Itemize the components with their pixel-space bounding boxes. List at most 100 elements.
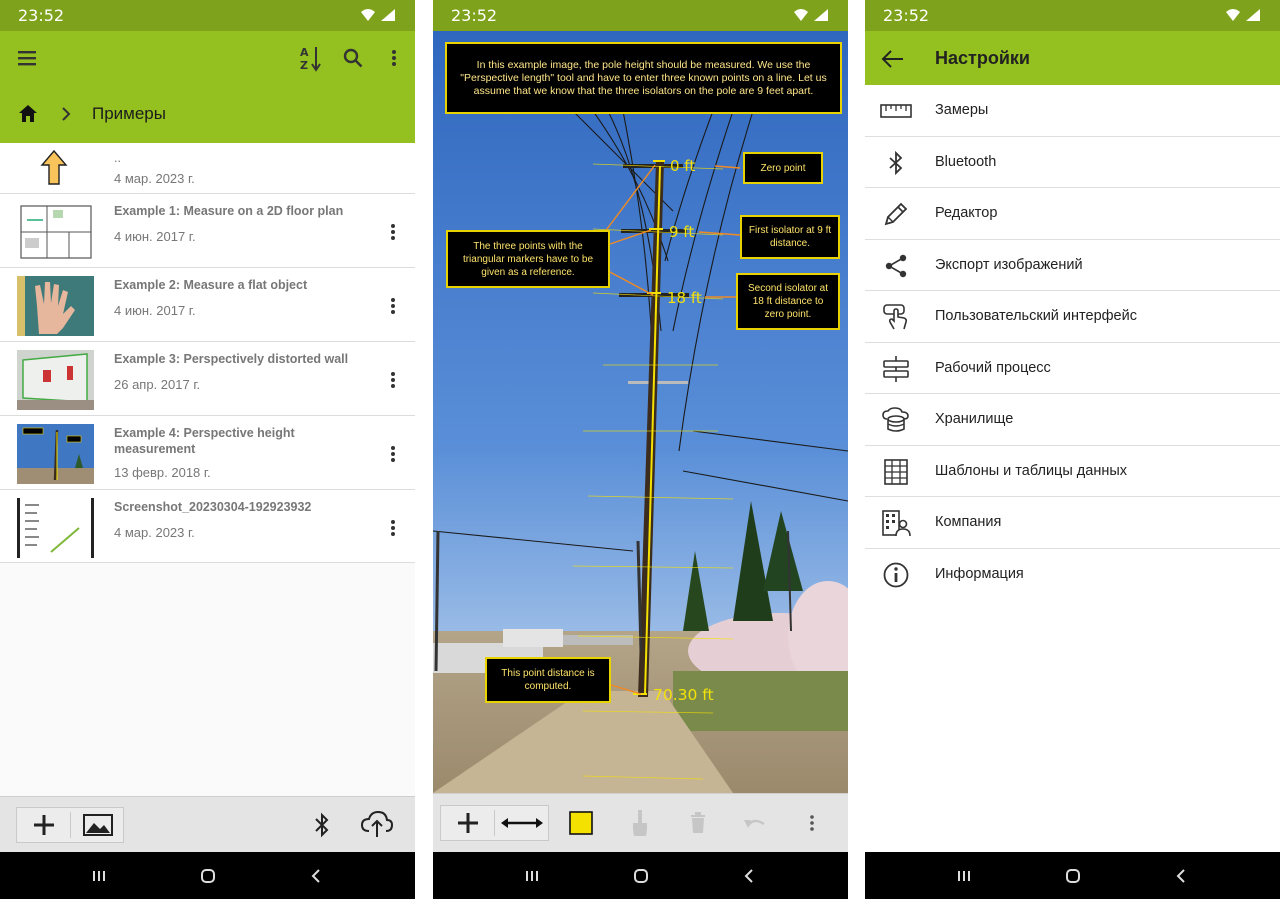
- overflow-menu-icon[interactable]: [379, 43, 409, 73]
- settings-item-company[interactable]: Компания: [865, 497, 1280, 549]
- item-more-icon[interactable]: [381, 218, 405, 246]
- list-item-parent[interactable]: .. 4 мар. 2023 г.: [0, 143, 415, 194]
- list-item[interactable]: Example 1: Measure on a 2D floor plan 4 …: [0, 194, 415, 268]
- files-screen: 23:52 AZ Примеры .. 4 мар. 2023 г. Examp…: [0, 0, 415, 899]
- item-name: Screenshot_20230304-192923932: [114, 500, 312, 514]
- info-icon: [879, 560, 913, 590]
- distance-label-0[interactable]: 0 ft: [670, 157, 695, 175]
- distance-label-result[interactable]: 70.30 ft: [653, 686, 714, 704]
- settings-item-label: Замеры: [935, 102, 989, 118]
- settings-item-label: Bluetooth: [935, 153, 997, 170]
- up-arrow-icon: [40, 149, 68, 185]
- system-nav-bar: [865, 852, 1280, 899]
- item-more-icon[interactable]: [381, 440, 405, 468]
- zero-point-text: Zero point: [760, 162, 806, 174]
- settings-item-info[interactable]: Информация: [865, 549, 1280, 601]
- add-measure-icon[interactable]: [441, 806, 495, 840]
- settings-item-label: Редактор: [935, 205, 998, 221]
- settings-item-label: Компания: [935, 514, 1002, 530]
- page-title: Настройки: [935, 48, 1030, 68]
- settings-item-label: Информация: [935, 565, 1024, 582]
- home-nav-icon[interactable]: [621, 852, 661, 899]
- delete-icon: [681, 806, 715, 840]
- add-button-group: [16, 807, 124, 843]
- settings-item-workflow[interactable]: Рабочий процесс: [865, 343, 1280, 394]
- brush-icon: [623, 806, 657, 840]
- svg-text:A: A: [300, 46, 309, 59]
- computed-note: This point distance is computed.: [485, 657, 611, 703]
- first-isolator-text: First isolator at 9 ft distance.: [748, 225, 832, 249]
- item-name: Example 2: Measure a flat object: [114, 278, 308, 292]
- computed-text: This point distance is computed.: [501, 668, 595, 692]
- undo-icon: [738, 806, 772, 840]
- list-item[interactable]: Example 2: Measure a flat object 4 июн. …: [0, 268, 415, 342]
- breadcrumb-folder[interactable]: Примеры: [92, 104, 166, 124]
- list-item[interactable]: Example 4: Perspective height measuremen…: [0, 416, 415, 490]
- home-nav-icon[interactable]: [1053, 852, 1093, 899]
- bluetooth-icon: [879, 148, 913, 178]
- menu-icon[interactable]: [12, 43, 42, 73]
- home-nav-icon[interactable]: [188, 852, 228, 899]
- settings-list: Замеры Bluetooth Редактор Экспорт изобра…: [865, 85, 1280, 600]
- list-item[interactable]: Example 3: Perspectively distorted wall …: [0, 342, 415, 416]
- svg-text:Z: Z: [300, 59, 308, 72]
- signal-icons: [1226, 9, 1260, 21]
- distance-label-9[interactable]: 9 ft: [669, 223, 694, 241]
- zero-point-note: Zero point: [743, 152, 823, 184]
- add-icon[interactable]: [17, 808, 71, 842]
- sort-az-icon[interactable]: AZ: [296, 43, 326, 73]
- item-more-icon[interactable]: [381, 514, 405, 542]
- back-arrow-icon[interactable]: [879, 45, 907, 73]
- settings-item-bluetooth[interactable]: Bluetooth: [865, 137, 1280, 188]
- second-isolator-note: Second isolator at 18 ft distance to zer…: [736, 273, 840, 330]
- measure-screen: 23:52 In this example image, the pole he…: [433, 0, 848, 899]
- length-tool-icon[interactable]: [495, 806, 549, 840]
- settings-item-editor[interactable]: Редактор: [865, 188, 1280, 240]
- cloud-upload-icon[interactable]: [360, 809, 394, 839]
- company-icon: [879, 508, 913, 538]
- image-icon[interactable]: [71, 808, 125, 842]
- second-isolator-text: Second isolator at 18 ft distance to zer…: [747, 283, 829, 320]
- touch-icon: [879, 302, 913, 332]
- recent-apps-icon[interactable]: [79, 852, 119, 899]
- bluetooth-icon[interactable]: [310, 811, 334, 839]
- app-bar: Настройки: [865, 31, 1280, 85]
- item-name: Example 1: Measure on a 2D floor plan: [114, 204, 344, 218]
- settings-item-storage[interactable]: Хранилище: [865, 394, 1280, 446]
- search-icon[interactable]: [338, 43, 368, 73]
- hand-thumbnail: [17, 276, 94, 336]
- back-nav-icon[interactable]: [296, 852, 336, 899]
- item-date: 4 июн. 2017 г.: [114, 229, 196, 244]
- back-nav-icon[interactable]: [729, 852, 769, 899]
- item-more-icon[interactable]: [381, 366, 405, 394]
- home-icon[interactable]: [16, 102, 40, 126]
- item-date: 26 апр. 2017 г.: [114, 377, 201, 392]
- recent-apps-icon[interactable]: [944, 852, 984, 899]
- item-more-icon[interactable]: [381, 292, 405, 320]
- list-item[interactable]: Screenshot_20230304-192923932 4 мар. 202…: [0, 490, 415, 563]
- settings-item-label: Пользовательский интерфейс: [935, 308, 1137, 324]
- settings-item-label: Рабочий процесс: [935, 359, 1051, 376]
- editor-toolbar: [433, 793, 848, 852]
- storage-icon: [879, 405, 913, 435]
- system-nav-bar: [0, 852, 415, 899]
- file-list: .. 4 мар. 2023 г. Example 1: Measure on …: [0, 143, 415, 563]
- recent-apps-icon[interactable]: [512, 852, 552, 899]
- overflow-menu-icon[interactable]: [795, 806, 829, 840]
- system-nav-bar: [433, 852, 848, 899]
- settings-item-ui[interactable]: Пользовательский интерфейс: [865, 291, 1280, 343]
- back-nav-icon[interactable]: [1161, 852, 1201, 899]
- status-time: 23:52: [883, 6, 930, 25]
- settings-item-label: Хранилище: [935, 411, 1014, 427]
- settings-screen: 23:52 Настройки Замеры Bluetooth Редакто…: [865, 0, 1280, 899]
- measurement-canvas[interactable]: In this example image, the pole height s…: [433, 31, 848, 793]
- distance-label-18[interactable]: 18 ft: [667, 289, 702, 307]
- settings-item-export[interactable]: Экспорт изображений: [865, 240, 1280, 291]
- share-icon: [879, 251, 913, 281]
- markers-text: The three points with the triangular mar…: [462, 240, 594, 278]
- color-picker-icon[interactable]: [564, 806, 598, 840]
- ruler-icon: [879, 96, 913, 126]
- status-bar: 23:52: [0, 0, 415, 31]
- settings-item-measurements[interactable]: Замеры: [865, 85, 1280, 137]
- settings-item-templates[interactable]: Шаблоны и таблицы данных: [865, 446, 1280, 497]
